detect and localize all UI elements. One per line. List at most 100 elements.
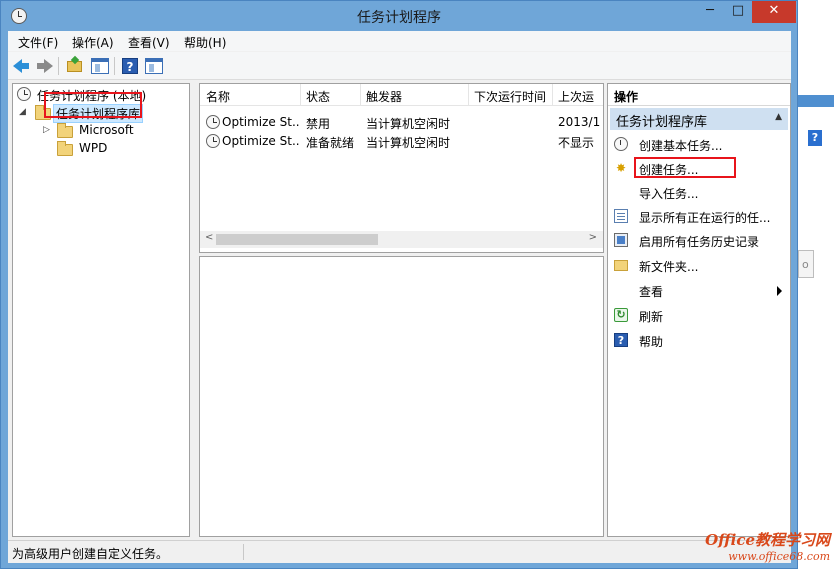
action-refresh[interactable]: ↻ 刷新: [608, 305, 790, 327]
column-divider[interactable]: [300, 84, 301, 106]
actions-section-library[interactable]: 任务计划程序库 ▲: [610, 108, 788, 130]
submenu-arrow-icon: [777, 286, 782, 296]
scroll-right-icon[interactable]: >: [589, 232, 597, 243]
history-icon: [614, 233, 628, 247]
column-divider[interactable]: [468, 84, 469, 106]
tree-item-label: Microsoft: [79, 123, 134, 137]
action-help[interactable]: ? 帮助: [608, 330, 790, 352]
column-divider[interactable]: [552, 84, 553, 106]
action-label: 新文件夹...: [639, 260, 699, 274]
forward-button[interactable]: [34, 56, 54, 76]
action-create-basic-task[interactable]: 创建基本任务...: [608, 134, 790, 156]
background-stub-text: o: [802, 258, 809, 271]
action-label: 创建基本任务...: [639, 139, 723, 153]
task-list-pane: 名称 状态 触发器 下次运行时间 上次运 Optimize St... 禁用 当…: [199, 83, 604, 253]
column-header-status[interactable]: 状态: [306, 88, 330, 105]
toolbar-separator: [58, 57, 59, 75]
menu-view[interactable]: 查看(V): [128, 34, 170, 51]
cell-last-run: 不显示: [558, 136, 595, 150]
cell-name: Optimize St...: [222, 115, 300, 129]
status-text: 为高级用户创建自定义任务。: [12, 547, 169, 561]
column-header-last-run[interactable]: 上次运: [558, 88, 594, 105]
tree-item-microsoft[interactable]: ▷ Microsoft: [35, 122, 185, 140]
action-label: 查看: [639, 285, 664, 299]
expander-closed-icon[interactable]: ▷: [43, 125, 50, 135]
show-hide-action-pane-button[interactable]: [144, 56, 164, 76]
action-label: 导入任务...: [639, 187, 699, 201]
task-clock-icon: [206, 134, 220, 148]
actions-section-title: 任务计划程序库: [616, 115, 708, 130]
forward-arrow-icon: [37, 59, 53, 73]
scroll-thumb[interactable]: [216, 234, 378, 245]
actions-header: 操作: [608, 84, 790, 106]
menu-bar: 文件(F) 操作(A) 查看(V) 帮助(H): [8, 31, 791, 51]
action-display-running-tasks[interactable]: 显示所有正在运行的任...: [608, 206, 790, 228]
client-area: 文件(F) 操作(A) 查看(V) 帮助(H) ? 任务计划程序 (本地) ◢ …: [8, 31, 791, 563]
help-icon: ?: [122, 58, 138, 74]
back-button[interactable]: [12, 56, 32, 76]
table-row[interactable]: Optimize St... 准备就绪 当计算机空闲时 不显示: [200, 132, 603, 151]
column-header-next-run[interactable]: 下次运行时间: [474, 88, 546, 105]
scroll-left-icon[interactable]: <: [205, 232, 213, 243]
console-tree-pane[interactable]: 任务计划程序 (本地) ◢ 任务计划程序库 ▷ Microsoft WPD: [12, 83, 190, 537]
column-divider[interactable]: [360, 84, 361, 106]
site-watermark: Office教程学习网 www.office68.com: [705, 529, 830, 563]
tree-item-label: WPD: [79, 141, 108, 155]
action-label: 帮助: [639, 335, 664, 349]
menu-help[interactable]: 帮助(H): [184, 34, 226, 51]
folder-up-icon: [67, 61, 82, 72]
menu-action[interactable]: 操作(A): [72, 34, 114, 51]
table-row[interactable]: Optimize St... 禁用 当计算机空闲时 2013/1: [200, 113, 603, 132]
list-icon: [614, 209, 628, 223]
cell-last-run: 2013/1: [558, 115, 601, 129]
action-label: 刷新: [639, 310, 664, 324]
console-tree-icon: [91, 58, 109, 74]
cell-status: 准备就绪: [306, 136, 355, 150]
watermark-url: www.office68.com: [728, 550, 830, 563]
action-enable-task-history[interactable]: 启用所有任务历史记录: [608, 230, 790, 252]
background-window: ? o: [798, 0, 834, 569]
background-titlebar-strip: [798, 95, 834, 107]
action-new-folder[interactable]: 新文件夹...: [608, 255, 790, 277]
action-view[interactable]: 查看: [608, 280, 790, 302]
close-button[interactable]: ✕: [752, 1, 796, 23]
cell-trigger: 当计算机空闲时: [366, 117, 451, 131]
task-clock-icon: [206, 115, 220, 129]
horizontal-scrollbar[interactable]: < >: [200, 231, 603, 248]
title-bar: 任务计划程序 ─ □ ✕: [1, 1, 797, 31]
background-help-icon: ?: [808, 130, 822, 146]
column-header-trigger[interactable]: 触发器: [366, 88, 402, 105]
toolbar: ?: [8, 52, 791, 80]
folder-icon: [57, 141, 73, 156]
help-icon: ?: [614, 333, 628, 347]
highlight-box-library: [44, 92, 142, 118]
show-hide-console-tree-button[interactable]: [90, 56, 110, 76]
watermark-title: Office教程学习网: [705, 531, 830, 549]
folder-icon: [614, 260, 628, 271]
cell-status: 禁用: [306, 117, 331, 131]
folder-icon: [57, 123, 73, 138]
help-toolbar-button[interactable]: ?: [120, 56, 140, 76]
minimize-button[interactable]: ─: [696, 1, 724, 23]
list-header: 名称 状态 触发器 下次运行时间 上次运: [200, 84, 603, 106]
refresh-icon: ↻: [614, 308, 628, 322]
status-bar: 为高级用户创建自定义任务。: [8, 540, 791, 562]
maximize-button[interactable]: □: [724, 1, 752, 23]
action-label: 显示所有正在运行的任...: [639, 211, 771, 225]
tree-item-wpd[interactable]: WPD: [35, 140, 185, 158]
back-arrow-icon: [13, 59, 29, 73]
expander-open-icon[interactable]: ◢: [19, 107, 26, 117]
toolbar-separator: [114, 57, 115, 75]
new-task-icon: ✸: [615, 161, 627, 175]
column-header-name[interactable]: 名称: [206, 88, 230, 105]
highlight-box-create-task: [634, 157, 736, 178]
status-divider: [243, 544, 244, 560]
cell-name: Optimize St...: [222, 134, 300, 148]
collapse-caret-icon[interactable]: ▲: [775, 112, 782, 122]
clock-icon: [614, 137, 628, 151]
action-import-task[interactable]: 导入任务...: [608, 182, 790, 204]
cell-trigger: 当计算机空闲时: [366, 136, 451, 150]
menu-file[interactable]: 文件(F): [18, 34, 58, 51]
action-pane-icon: [145, 58, 163, 74]
up-folder-button[interactable]: [65, 56, 85, 76]
